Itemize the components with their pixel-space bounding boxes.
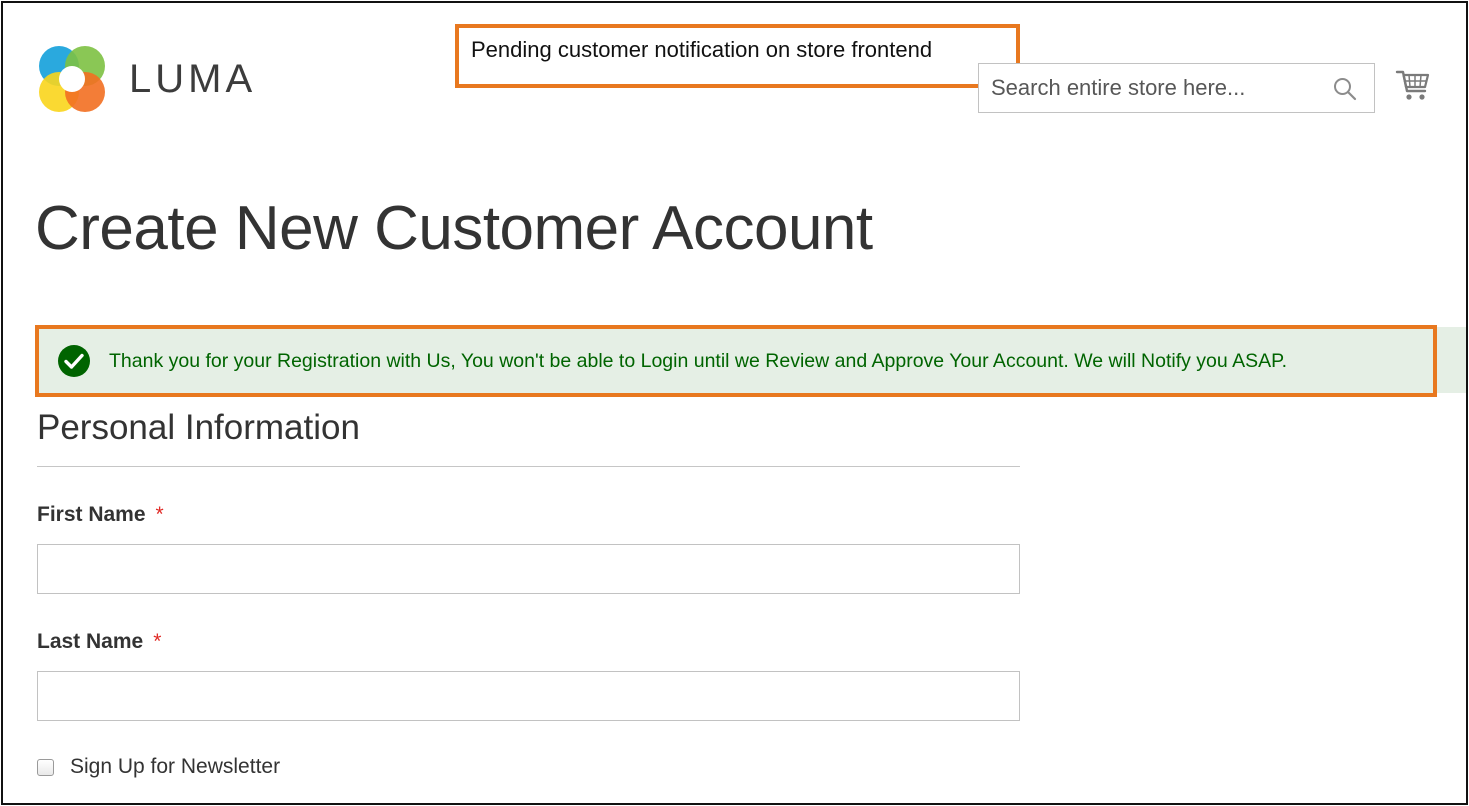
- last-name-label-text: Last Name: [37, 630, 144, 653]
- luma-logo-icon: [39, 46, 105, 112]
- newsletter-option[interactable]: Sign Up for Newsletter: [37, 755, 280, 779]
- page-frame: LUMA Pending customer notification on st…: [1, 1, 1468, 805]
- search-box: [978, 63, 1375, 113]
- required-marker: *: [155, 503, 164, 526]
- cart-icon: [1395, 70, 1430, 100]
- callout-text: Pending customer notification on store f…: [471, 37, 933, 62]
- last-name-input[interactable]: [37, 671, 1020, 721]
- checkmark-circle-icon: [58, 345, 90, 377]
- page-title: Create New Customer Account: [35, 194, 873, 263]
- search-icon: [1334, 78, 1357, 101]
- first-name-input[interactable]: [37, 544, 1020, 594]
- section-title: Personal Information: [37, 408, 360, 447]
- required-marker: *: [153, 630, 162, 653]
- success-message-text: Thank you for your Registration with Us,…: [109, 349, 1288, 372]
- last-name-label: Last Name *: [37, 630, 161, 654]
- search-input[interactable]: [979, 64, 1319, 112]
- newsletter-checkbox[interactable]: [37, 758, 54, 776]
- success-message: Thank you for your Registration with Us,…: [35, 325, 1437, 397]
- search-button[interactable]: [1330, 74, 1360, 104]
- first-name-label-text: First Name: [37, 503, 146, 526]
- logo-text: LUMA: [129, 56, 257, 101]
- store-logo[interactable]: LUMA: [37, 43, 256, 115]
- newsletter-label: Sign Up for Newsletter: [70, 755, 281, 778]
- annotation-callout: Pending customer notification on store f…: [455, 24, 1020, 88]
- first-name-label: First Name *: [37, 503, 164, 527]
- section-divider: [37, 466, 1020, 467]
- minicart-button[interactable]: [1395, 67, 1431, 103]
